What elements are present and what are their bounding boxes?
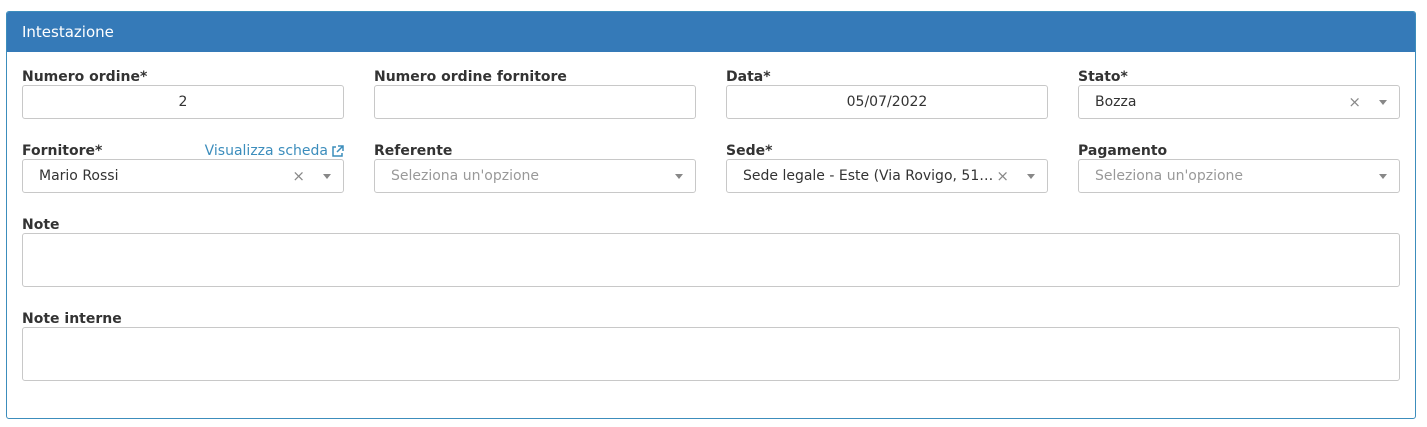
clear-icon[interactable]: ×: [1348, 86, 1361, 118]
fornitore-field: Fornitore* Visualizza scheda Mario Rossi…: [22, 143, 344, 195]
referente-field: Referente Seleziona un'opzione: [374, 143, 696, 195]
pagamento-field: Pagamento Seleziona un'opzione: [1078, 143, 1400, 195]
data-field: Data* 05/07/2022: [726, 69, 1048, 121]
fornitore-value: Mario Rossi: [39, 168, 119, 184]
caret-down-icon[interactable]: [323, 174, 331, 179]
external-link-icon: [332, 144, 344, 157]
numero-ordine-field: Numero ordine* 2: [22, 69, 344, 121]
stato-label: Stato*: [1078, 69, 1128, 85]
stato-field: Stato* Bozza ×: [1078, 69, 1400, 121]
note-interne-label: Note interne: [22, 311, 122, 327]
sede-field: Sede* Sede legale - Este (Via Rovigo, 51…: [726, 143, 1048, 195]
sede-select[interactable]: Sede legale - Este (Via Rovigo, 51) (Mar…: [726, 159, 1048, 193]
note-textarea[interactable]: [22, 233, 1400, 287]
clear-icon[interactable]: ×: [996, 160, 1009, 192]
referente-select[interactable]: Seleziona un'opzione: [374, 159, 696, 193]
sede-value: Sede legale - Este (Via Rovigo, 51) (Mar…: [743, 168, 995, 184]
caret-down-icon[interactable]: [675, 174, 683, 179]
note-interne-field: Note interne: [22, 311, 1400, 383]
numero-ordine-fornitore-input[interactable]: [374, 85, 696, 119]
numero-ordine-fornitore-label: Numero ordine fornitore: [374, 69, 567, 85]
data-label: Data*: [726, 69, 771, 85]
stato-value: Bozza: [1095, 94, 1137, 110]
visualizza-scheda-label: Visualizza scheda: [204, 143, 328, 159]
pagamento-placeholder: Seleziona un'opzione: [1095, 168, 1244, 184]
data-input[interactable]: 05/07/2022: [726, 85, 1048, 119]
sede-label: Sede*: [726, 143, 773, 159]
pagamento-label: Pagamento: [1078, 143, 1168, 159]
note-interne-textarea[interactable]: [22, 327, 1400, 381]
fornitore-label: Fornitore*: [22, 143, 103, 159]
caret-down-icon[interactable]: [1379, 100, 1387, 105]
note-label: Note: [22, 217, 60, 233]
intestazione-panel: Intestazione Numero ordine* 2 Numero ord…: [6, 11, 1416, 419]
clear-icon[interactable]: ×: [292, 160, 305, 192]
numero-ordine-input[interactable]: 2: [22, 85, 344, 119]
visualizza-scheda-link[interactable]: Visualizza scheda: [205, 143, 344, 159]
caret-down-icon[interactable]: [1027, 174, 1035, 179]
pagamento-select[interactable]: Seleziona un'opzione: [1078, 159, 1400, 193]
referente-placeholder: Seleziona un'opzione: [391, 168, 540, 184]
caret-down-icon[interactable]: [1379, 174, 1387, 179]
numero-ordine-fornitore-field: Numero ordine fornitore: [374, 69, 696, 121]
numero-ordine-label: Numero ordine*: [22, 69, 148, 85]
fornitore-select[interactable]: Mario Rossi ×: [22, 159, 344, 193]
stato-select[interactable]: Bozza ×: [1078, 85, 1400, 119]
panel-title: Intestazione: [7, 12, 1415, 52]
referente-label: Referente: [374, 143, 453, 159]
note-field: Note: [22, 217, 1400, 289]
